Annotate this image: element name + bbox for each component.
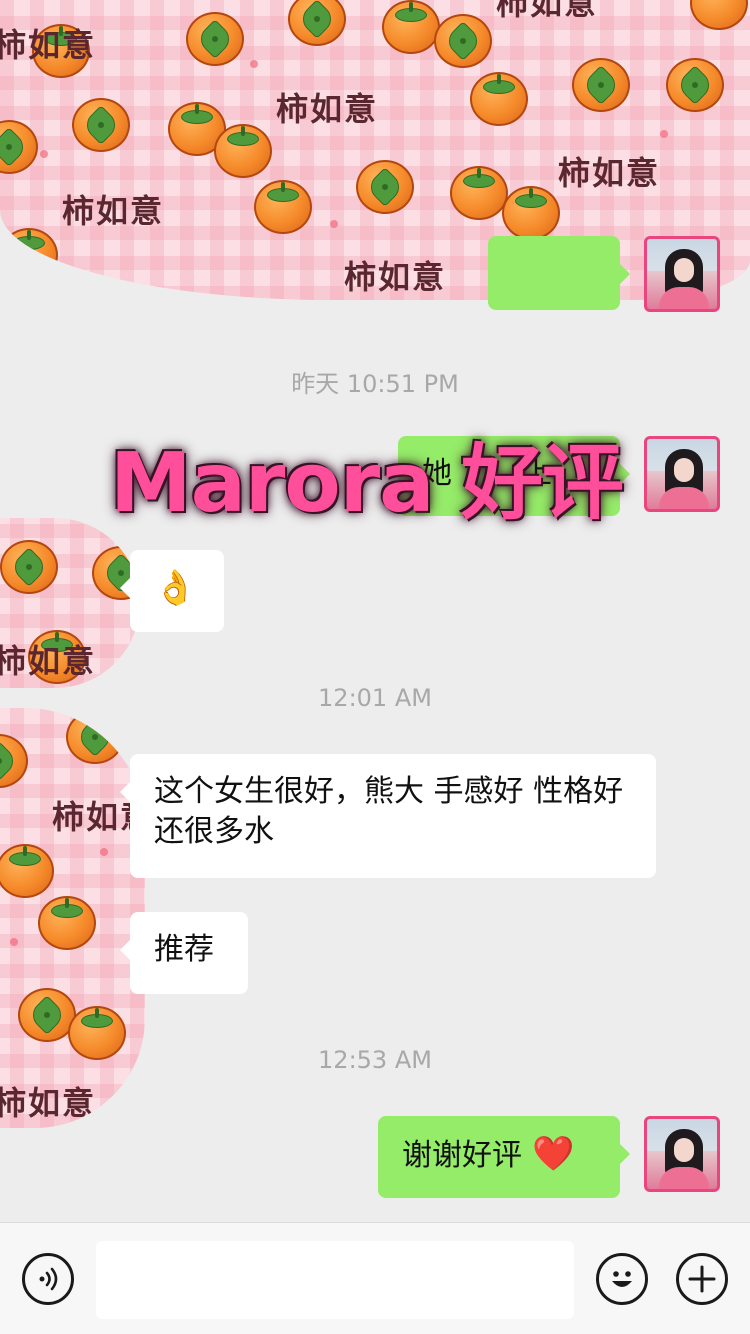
message-text: 谢谢好评 xyxy=(402,1138,522,1173)
persimmon-sticker: 柿如意 柿如意 柿如意 柿如意 柿如意 柿如意 xyxy=(0,0,750,300)
message-input[interactable] xyxy=(96,1241,574,1319)
message-text: 推荐 xyxy=(154,932,214,967)
message-bubble[interactable]: 这个女生很好，熊大 手感好 性格好 还很多水 xyxy=(120,754,656,878)
sticker-text: 柿如意 xyxy=(344,258,447,296)
sticker-text: 柿如意 xyxy=(496,0,599,22)
sticker-text: 柿如意 xyxy=(0,26,97,64)
sticker-text: 柿如意 xyxy=(276,90,379,128)
plus-icon xyxy=(688,1265,716,1293)
plus-button[interactable] xyxy=(676,1253,728,1305)
message-bubble-partial[interactable] xyxy=(488,236,630,310)
persimmon-sticker: 柿如意 xyxy=(0,518,140,688)
timestamp: 昨天 10:51 PM xyxy=(291,370,459,398)
chat-screen: 柿如意 柿如意 柿如意 柿如意 柿如意 柿如意 昨天 10:51 PM 她上 M… xyxy=(0,0,750,1334)
voice-button[interactable] xyxy=(22,1253,74,1305)
input-bar xyxy=(0,1222,750,1334)
avatar[interactable] xyxy=(644,436,720,512)
message-bubble[interactable]: 推荐 xyxy=(120,912,248,994)
message-emoji: 👌 xyxy=(154,568,197,608)
heart-emoji: ❤️ xyxy=(532,1134,575,1174)
sticker-text: 柿如意 xyxy=(558,154,661,192)
message-bubble[interactable]: 谢谢好评 ❤️ xyxy=(378,1116,630,1198)
sticker-text: 柿如意 xyxy=(62,192,165,230)
timestamp: 12:53 AM xyxy=(318,1046,432,1074)
emoji-button[interactable] xyxy=(596,1253,648,1305)
timestamp: 12:01 AM xyxy=(318,684,432,712)
message-bubble[interactable]: 👌 xyxy=(120,550,224,632)
watermark-text: Marora 好评 xyxy=(110,436,624,531)
avatar[interactable] xyxy=(644,236,720,312)
emoji-icon xyxy=(612,1271,632,1287)
voice-icon xyxy=(39,1267,58,1291)
sticker-text: 柿如意 xyxy=(0,1084,97,1122)
avatar[interactable] xyxy=(644,1116,720,1192)
message-text: 这个女生很好，熊大 手感好 性格好 还很多水 xyxy=(154,774,624,849)
sticker-text: 柿如意 xyxy=(0,642,97,680)
